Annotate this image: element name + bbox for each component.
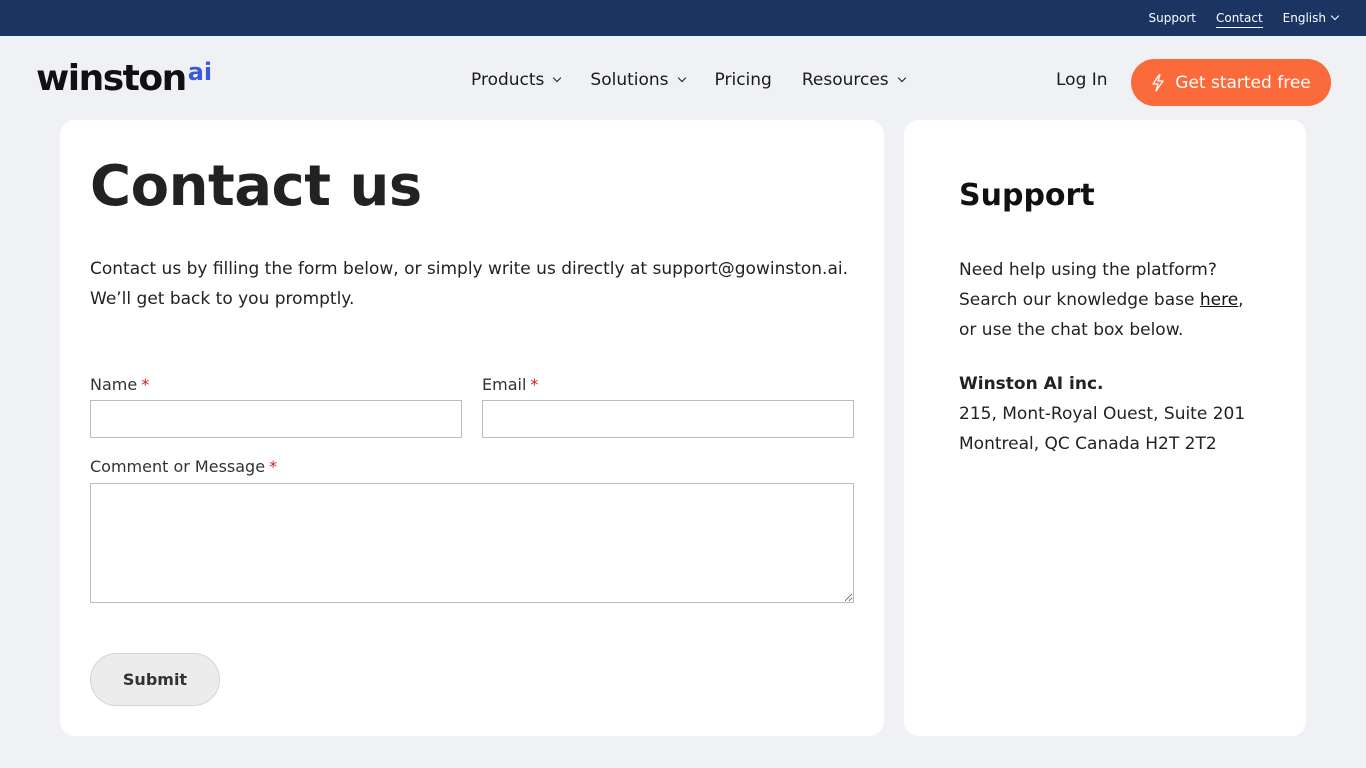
nav-products[interactable]: Products [471, 70, 562, 90]
support-help-before: Need help using the platform? Search our… [959, 260, 1217, 310]
logo-wordmark: winston [36, 58, 187, 99]
address-line-2: Montreal, QC Canada H2T 2T2 [959, 434, 1217, 454]
support-title: Support [959, 178, 1095, 213]
chevron-down-icon [677, 73, 686, 83]
nav-solutions-label: Solutions [590, 70, 669, 90]
page-title: Contact us [90, 154, 422, 219]
top-utility-bar: Support Contact English [0, 0, 1366, 36]
message-field-label: Comment or Message * [90, 457, 277, 476]
login-link[interactable]: Log In [1056, 70, 1108, 90]
winston-ai-logo[interactable]: winston ai [36, 58, 212, 99]
submit-button[interactable]: Submit [90, 653, 220, 706]
email-label-text: Email [482, 375, 527, 394]
name-input[interactable] [90, 400, 462, 438]
get-started-button[interactable]: Get started free [1131, 59, 1331, 106]
support-card: Support Need help using the platform? Se… [904, 120, 1306, 736]
chevron-down-icon [897, 73, 906, 83]
nav-solutions[interactable]: Solutions [590, 70, 686, 90]
topbar-contact-link[interactable]: Contact [1215, 11, 1263, 28]
knowledge-base-link[interactable]: here [1200, 290, 1238, 310]
support-help-text: Need help using the platform? Search our… [959, 255, 1259, 345]
company-name: Winston AI inc. [959, 374, 1104, 394]
chevron-down-icon [553, 73, 562, 83]
chevron-down-icon [1330, 11, 1340, 21]
message-label-text: Comment or Message [90, 457, 266, 476]
primary-menu: Products Solutions Pricing Resources [471, 70, 906, 90]
address-line-1: 215, Mont-Royal Ouest, Suite 201 [959, 404, 1246, 424]
contact-form-card: Contact us Contact us by filling the for… [60, 120, 884, 736]
language-label: English [1282, 11, 1326, 25]
nav-pricing[interactable]: Pricing [715, 70, 772, 90]
name-label-text: Name [90, 375, 138, 394]
name-field-label: Name * [90, 375, 149, 394]
nav-products-label: Products [471, 70, 545, 90]
nav-pricing-label: Pricing [714, 70, 772, 90]
required-asterisk: * [141, 375, 150, 394]
language-selector[interactable]: English [1282, 11, 1340, 25]
nav-resources-label: Resources [801, 70, 889, 90]
topbar-support-link[interactable]: Support [1149, 11, 1196, 25]
nav-resources[interactable]: Resources [801, 70, 906, 90]
required-asterisk: * [269, 457, 278, 476]
required-asterisk: * [530, 375, 539, 394]
message-textarea[interactable] [90, 483, 854, 603]
email-input[interactable] [482, 400, 854, 438]
email-field-label: Email * [482, 375, 538, 394]
get-started-label: Get started free [1175, 72, 1311, 93]
company-address: Winston AI inc. 215, Mont-Royal Ouest, S… [959, 369, 1279, 459]
contact-intro-text: Contact us by filling the form below, or… [90, 259, 848, 309]
lightning-bolt-icon [1151, 73, 1165, 92]
logo-ai-suffix: ai [187, 58, 213, 86]
main-navbar: winston ai Products Solutions Pricing Re… [0, 36, 1366, 120]
